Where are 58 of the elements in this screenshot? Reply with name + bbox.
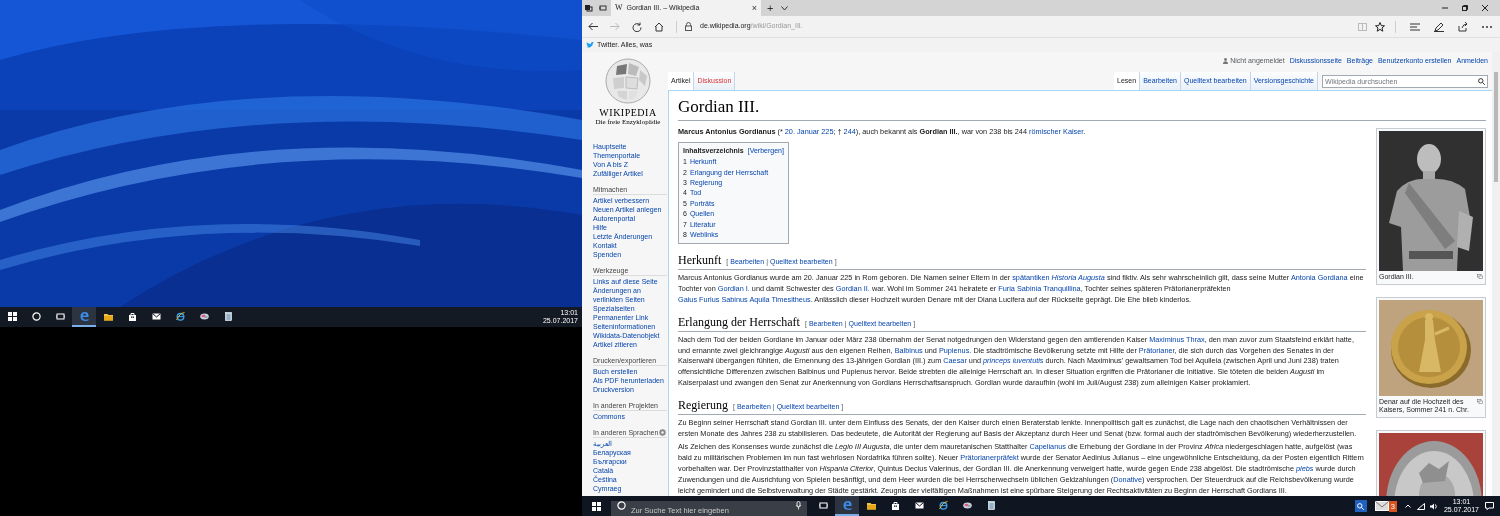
close-icon[interactable]	[1482, 5, 1488, 11]
notepad-icon[interactable]	[223, 311, 233, 321]
shopping-bag-icon[interactable]	[127, 311, 137, 321]
app-icon[interactable]	[199, 311, 209, 321]
notepad-icon[interactable]	[986, 500, 996, 510]
search-icon[interactable]	[1478, 78, 1485, 85]
globe-logo-icon	[605, 58, 651, 104]
refresh-icon[interactable]	[632, 21, 642, 32]
edge-icon[interactable]	[79, 311, 89, 321]
back-icon[interactable]	[588, 22, 598, 31]
edge-icon[interactable]	[842, 500, 852, 510]
tab-preview-icon[interactable]	[599, 4, 607, 12]
more-icon[interactable]	[1482, 25, 1492, 28]
pen-icon[interactable]	[1434, 21, 1444, 32]
notifications-icon[interactable]	[1485, 502, 1494, 510]
cortana-icon	[617, 501, 626, 510]
new-tab-button[interactable]: +	[767, 2, 774, 14]
network-icon[interactable]	[1416, 502, 1425, 510]
favicon: W	[615, 2, 623, 14]
search-icon	[1357, 502, 1365, 510]
internet-explorer-icon[interactable]	[938, 500, 948, 510]
shopping-bag-icon[interactable]	[890, 500, 900, 510]
task-view-icon[interactable]	[55, 311, 65, 321]
enlarge-icon[interactable]	[1477, 274, 1483, 279]
windows-start-icon[interactable]	[7, 311, 17, 321]
windows-start-icon[interactable]	[592, 501, 601, 511]
mail-icon[interactable]	[914, 500, 924, 510]
share-icon[interactable]	[1458, 21, 1468, 32]
bird-icon	[586, 41, 594, 49]
hub-icon[interactable]	[1410, 22, 1420, 31]
mail-icon[interactable]	[1374, 501, 1389, 511]
cortana-icon[interactable]	[31, 311, 41, 321]
section-heading: Regierung	[678, 397, 728, 413]
chevron-down-icon[interactable]	[781, 5, 789, 11]
microphone-icon[interactable]	[796, 501, 801, 510]
star-icon[interactable]	[1375, 21, 1385, 32]
lock-icon	[685, 22, 692, 31]
enlarge-icon[interactable]	[1477, 398, 1483, 404]
scrollbar-thumb[interactable]	[1494, 72, 1498, 182]
section-heading: Erlangung der Herrschaft	[678, 314, 800, 330]
volume-icon[interactable]	[1429, 502, 1438, 510]
restore-icon[interactable]	[1462, 5, 1468, 11]
close-tab-button[interactable]: ×	[751, 3, 757, 13]
wordmark: WIKIPEDIA	[599, 107, 657, 118]
folder-icon[interactable]	[103, 311, 113, 321]
folder-icon[interactable]	[866, 500, 876, 510]
task-view-icon[interactable]	[818, 500, 828, 510]
search-button[interactable]	[1354, 500, 1367, 512]
internet-explorer-icon[interactable]	[175, 311, 185, 321]
settings-icon[interactable]	[659, 429, 666, 436]
home-icon[interactable]	[654, 21, 664, 32]
user-icon	[1223, 58, 1229, 64]
section-heading: Herkunft	[678, 253, 722, 269]
page-title: Gordian III.	[678, 96, 761, 118]
chevron-up-icon[interactable]	[1404, 504, 1411, 508]
tabs-aside-icon[interactable]	[585, 4, 593, 12]
mail-icon[interactable]	[151, 311, 161, 321]
app-icon[interactable]	[962, 500, 972, 510]
